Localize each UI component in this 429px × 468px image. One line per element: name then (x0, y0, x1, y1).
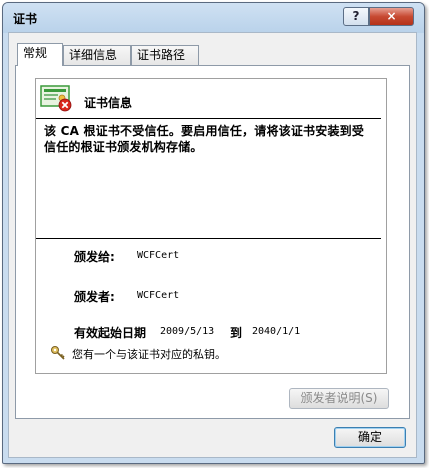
close-button[interactable]: × (369, 7, 414, 26)
help-button[interactable]: ? (343, 7, 369, 26)
issued-by-value: WCFCert (137, 290, 180, 301)
untrusted-warning-text: 该 CA 根证书不受信任。要启用信任，请将该证书安装到受信任的根证书颁发机构存储… (44, 124, 365, 154)
ok-button[interactable]: 确定 (334, 427, 406, 448)
valid-to-label: 到 (230, 326, 243, 340)
window-title: 证书 (13, 12, 38, 26)
tab-certification-path[interactable]: 证书路径 (131, 45, 199, 65)
untrusted-certificate-icon (40, 85, 72, 112)
issuer-statement-button[interactable]: 颁发者说明(S) (289, 388, 389, 409)
valid-from-label: 有效起始日期 (74, 326, 147, 340)
details-divider (36, 238, 381, 239)
private-key-icon (51, 346, 65, 360)
valid-to-value: 2040/1/1 (252, 326, 301, 337)
issued-to-value: WCFCert (137, 250, 180, 261)
title-bar[interactable]: 证书 ? × (3, 3, 424, 33)
issued-by-label: 颁发者: (74, 290, 115, 304)
valid-from-value: 2009/5/13 (160, 326, 215, 337)
certificate-info-title: 证书信息 (84, 96, 133, 110)
header-divider (36, 118, 381, 119)
tab-general[interactable]: 常规 (17, 43, 63, 66)
tab-details[interactable]: 详细信息 (63, 45, 131, 65)
issued-to-label: 颁发给: (74, 250, 115, 264)
private-key-note: 您有一个与该证书对应的私钥。 (72, 348, 226, 361)
